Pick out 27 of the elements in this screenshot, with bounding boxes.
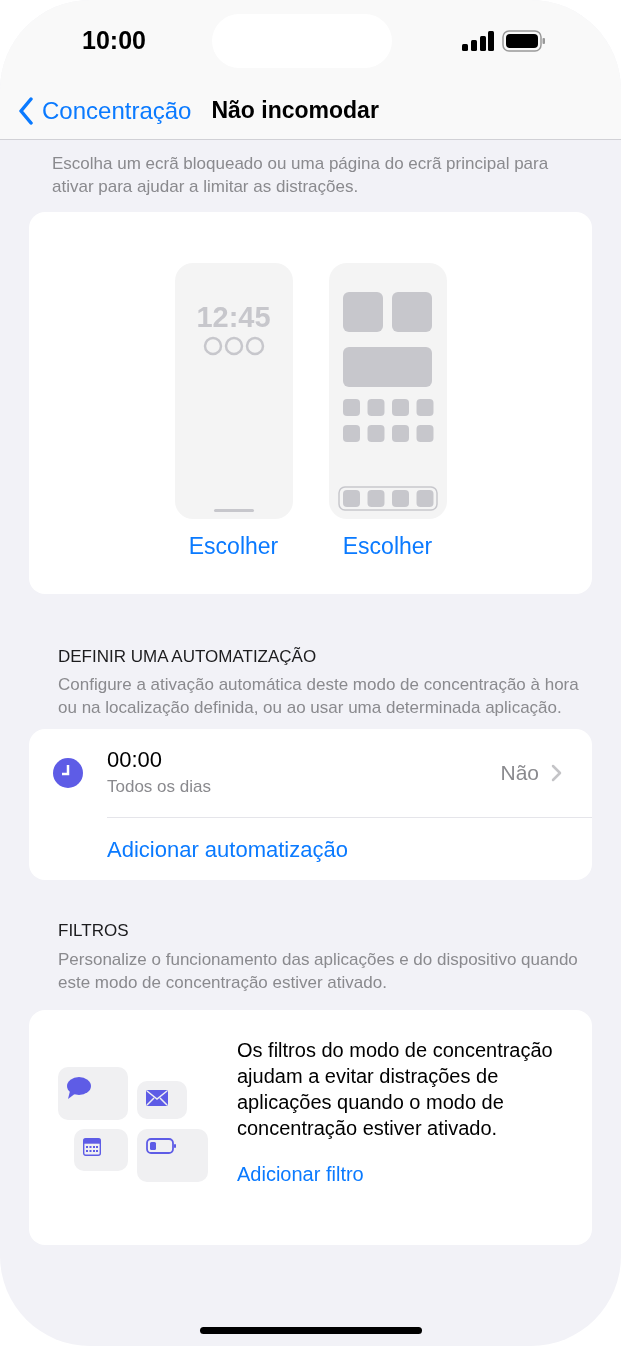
add-filter-link[interactable]: Adicionar filtro xyxy=(237,1158,364,1189)
choose-link[interactable]: Escolher xyxy=(342,529,433,564)
automation-value: Não xyxy=(500,760,539,787)
choose-link[interactable]: Escolher xyxy=(188,529,279,564)
section-description: Personalize o funcionamento das aplicações e do dispositivo quando este modo de concentração estiver ativado. xyxy=(57,948,579,994)
status-time: 10:00 xyxy=(82,25,146,57)
nav-title: Não incomodar xyxy=(211,96,379,126)
section-description: Configure a ativação automática deste modo de concentração à hora ou na localização definida, ou ao usar uma determinada aplicação. xyxy=(57,674,580,719)
home-indicator-bar xyxy=(213,509,254,512)
section-description: Escolha um ecrã bloqueado ou uma página do ecrã principal para ativar para ajudar a limitar as distrações. xyxy=(51,153,550,198)
section-header: DEFINIR UMA AUTOMATIZAÇÃO xyxy=(57,645,318,668)
add-automation-link[interactable]: Adicionar automatização xyxy=(107,832,348,866)
back-button[interactable]: Concentração xyxy=(18,92,192,129)
automation-row[interactable]: 00:00 Todos os dias Não xyxy=(29,729,592,817)
automation-schedule: Todos os dias xyxy=(107,776,212,799)
back-chevron-icon xyxy=(18,96,34,125)
envelope-icon xyxy=(146,1089,168,1106)
battery-icon xyxy=(502,30,546,52)
section-header: FILTROS xyxy=(57,920,130,942)
clock-icon xyxy=(53,758,83,788)
signal-icon xyxy=(462,31,494,51)
calendar-icon xyxy=(83,1137,101,1156)
chevron-icon xyxy=(551,764,562,782)
filter-info-text: Os filtros do modo de concentração ajudam a evitar distrações de aplicações quando o modo de concentração estiver ativado. xyxy=(237,1037,554,1141)
automation-time: 00:00 xyxy=(107,746,164,775)
circles-icon xyxy=(202,336,265,356)
battery-icon xyxy=(146,1137,176,1154)
